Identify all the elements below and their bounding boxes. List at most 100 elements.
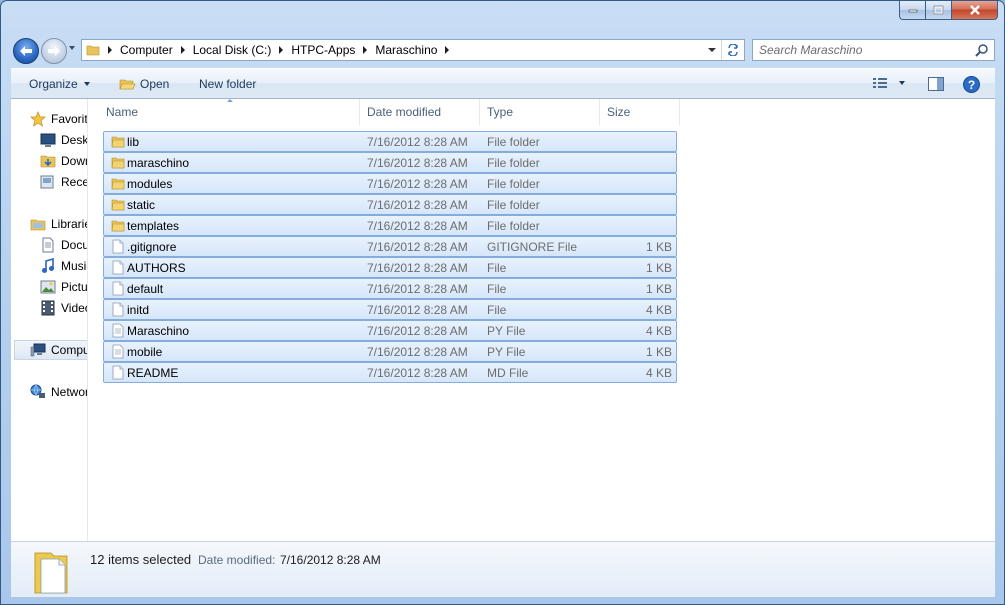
nav-item-videos[interactable]: Videos bbox=[40, 298, 87, 318]
downloads-icon bbox=[40, 155, 56, 168]
table-row[interactable]: maraschino 7/16/2012 8:28 AM File folder bbox=[103, 152, 677, 173]
file-name: modules bbox=[127, 177, 173, 191]
table-row[interactable]: README 7/16/2012 8:28 AM MD File 4 KB bbox=[103, 362, 677, 383]
breadcrumb-local-disk[interactable]: Local Disk (C:) bbox=[193, 43, 272, 57]
nav-item-label: Recent Places bbox=[61, 175, 87, 189]
file-date-modified: 7/16/2012 8:28 AM bbox=[367, 345, 468, 359]
nav-item-libraries[interactable]: Libraries bbox=[30, 214, 87, 234]
nav-item-computer[interactable]: Computer bbox=[14, 340, 87, 360]
nav-item-favorites[interactable]: Favorites bbox=[30, 109, 88, 129]
open-label: Open bbox=[140, 77, 170, 91]
breadcrumb-separator[interactable] bbox=[108, 46, 112, 54]
folder-icon bbox=[86, 45, 100, 56]
file-date-modified: 7/16/2012 8:28 AM bbox=[367, 366, 468, 380]
preview-pane-button[interactable] bbox=[928, 77, 944, 91]
file-name: .gitignore bbox=[127, 240, 177, 254]
nav-item-desktop[interactable]: Desktop bbox=[40, 130, 88, 150]
file-type: GITIGNORE File bbox=[487, 240, 578, 254]
nav-item-downloads[interactable]: Downloads bbox=[40, 151, 87, 171]
explorer-window: Computer Local Disk (C:) HTPC-Apps Maras… bbox=[0, 0, 1005, 605]
table-row[interactable]: AUTHORS 7/16/2012 8:28 AM File 1 KB bbox=[103, 257, 677, 278]
file-name: initd bbox=[127, 303, 150, 317]
nav-item-documents[interactable]: Documents bbox=[40, 235, 87, 255]
column-header-label: Size bbox=[607, 105, 631, 119]
libraries-icon bbox=[30, 219, 46, 231]
table-row[interactable]: modules 7/16/2012 8:28 AM File folder bbox=[103, 173, 677, 194]
file-size: 4 KB bbox=[645, 324, 672, 338]
new-folder-label: New folder bbox=[199, 77, 257, 91]
details-date-value: 7/16/2012 8:28 AM bbox=[280, 553, 381, 567]
recent-pages-dropdown[interactable] bbox=[69, 46, 75, 50]
table-row[interactable]: templates 7/16/2012 8:28 AM File folder bbox=[103, 215, 677, 236]
nav-item-network[interactable]: Network bbox=[30, 382, 87, 402]
breadcrumb-separator[interactable] bbox=[279, 46, 284, 54]
back-button[interactable] bbox=[13, 38, 39, 64]
python-file-icon bbox=[111, 323, 125, 338]
nav-item-label: Favorites bbox=[51, 112, 88, 126]
python-file-icon bbox=[111, 344, 125, 359]
file-name: maraschino bbox=[127, 156, 190, 170]
open-button[interactable]: Open bbox=[119, 77, 169, 91]
music-icon bbox=[42, 258, 54, 273]
details-date-label: Date modified: bbox=[198, 553, 276, 567]
file-date-modified: 7/16/2012 8:28 AM bbox=[367, 240, 468, 254]
nav-item-label: Desktop bbox=[61, 133, 88, 147]
network-icon bbox=[30, 384, 45, 398]
address-bar[interactable]: Computer Local Disk (C:) HTPC-Apps Maras… bbox=[81, 39, 745, 61]
nav-item-pictures[interactable]: Pictures bbox=[40, 277, 88, 297]
star-icon bbox=[30, 111, 46, 127]
forward-button[interactable] bbox=[41, 38, 67, 64]
file-size: 4 KB bbox=[645, 303, 672, 317]
search-box[interactable] bbox=[752, 39, 995, 61]
folder-icon bbox=[111, 134, 125, 149]
file-type: PY File bbox=[487, 345, 526, 359]
address-history-dropdown[interactable] bbox=[708, 48, 716, 52]
minimize-button[interactable] bbox=[899, 1, 926, 20]
maximize-button[interactable] bbox=[926, 1, 952, 20]
column-header-name[interactable]: Name bbox=[88, 99, 360, 125]
file-icon bbox=[111, 281, 125, 296]
breadcrumb-htpc-apps[interactable]: HTPC-Apps bbox=[291, 43, 355, 57]
organize-button[interactable]: Organize bbox=[29, 77, 90, 91]
column-header-size[interactable]: Size bbox=[600, 99, 680, 125]
column-header-type[interactable]: Type bbox=[480, 99, 600, 125]
file-date-modified: 7/16/2012 8:28 AM bbox=[367, 303, 468, 317]
nav-item-label: Videos bbox=[61, 301, 87, 315]
column-header-label: Type bbox=[487, 105, 514, 119]
selection-count: 12 items selected bbox=[90, 552, 192, 567]
nav-item-label: Network bbox=[51, 385, 87, 399]
table-row[interactable]: mobile 7/16/2012 8:28 AM PY File 1 KB bbox=[103, 341, 677, 362]
view-list-icon bbox=[873, 78, 887, 88]
breadcrumb-computer[interactable]: Computer bbox=[120, 43, 173, 57]
help-button[interactable]: ? bbox=[963, 76, 980, 93]
close-icon bbox=[969, 5, 980, 15]
file-date-modified: 7/16/2012 8:28 AM bbox=[367, 219, 468, 233]
search-input[interactable] bbox=[759, 41, 974, 59]
table-row[interactable]: .gitignore 7/16/2012 8:28 AM GITIGNORE Fil… bbox=[103, 236, 677, 257]
table-row[interactable]: default 7/16/2012 8:28 AM File 1 KB bbox=[103, 278, 677, 299]
column-header-date-modified[interactable]: Date modified bbox=[360, 99, 480, 125]
table-row[interactable]: lib 7/16/2012 8:28 AM File folder bbox=[103, 131, 677, 152]
table-row[interactable]: initd 7/16/2012 8:28 AM File 4 KB bbox=[103, 299, 677, 320]
file-size: 1 KB bbox=[645, 261, 672, 275]
breadcrumb-separator[interactable] bbox=[445, 46, 450, 54]
change-view-button[interactable] bbox=[873, 77, 905, 89]
table-row[interactable]: Maraschino 7/16/2012 8:28 AM PY File 4 KB bbox=[103, 320, 677, 341]
refresh-icon bbox=[728, 44, 738, 56]
file-name: templates bbox=[127, 219, 180, 233]
table-row[interactable]: static 7/16/2012 8:28 AM File folder bbox=[103, 194, 677, 215]
search-icon[interactable] bbox=[975, 43, 989, 57]
close-button[interactable] bbox=[952, 1, 998, 20]
file-icon bbox=[111, 302, 125, 317]
nav-item-label: Downloads bbox=[61, 154, 87, 168]
new-folder-button[interactable]: New folder bbox=[199, 77, 256, 91]
nav-item-recent-places[interactable]: Recent Places bbox=[40, 172, 87, 192]
file-size: 1 KB bbox=[645, 345, 672, 359]
nav-item-label: Pictures bbox=[61, 280, 88, 294]
breadcrumb-maraschino[interactable]: Maraschino bbox=[375, 43, 437, 57]
nav-item-music[interactable]: Music bbox=[40, 256, 87, 276]
details-pane: 12 items selected Date modified: 7/16/20… bbox=[11, 541, 995, 597]
breadcrumb-separator[interactable] bbox=[363, 46, 368, 54]
breadcrumb-separator[interactable] bbox=[180, 46, 185, 54]
refresh-button[interactable] bbox=[721, 40, 744, 60]
